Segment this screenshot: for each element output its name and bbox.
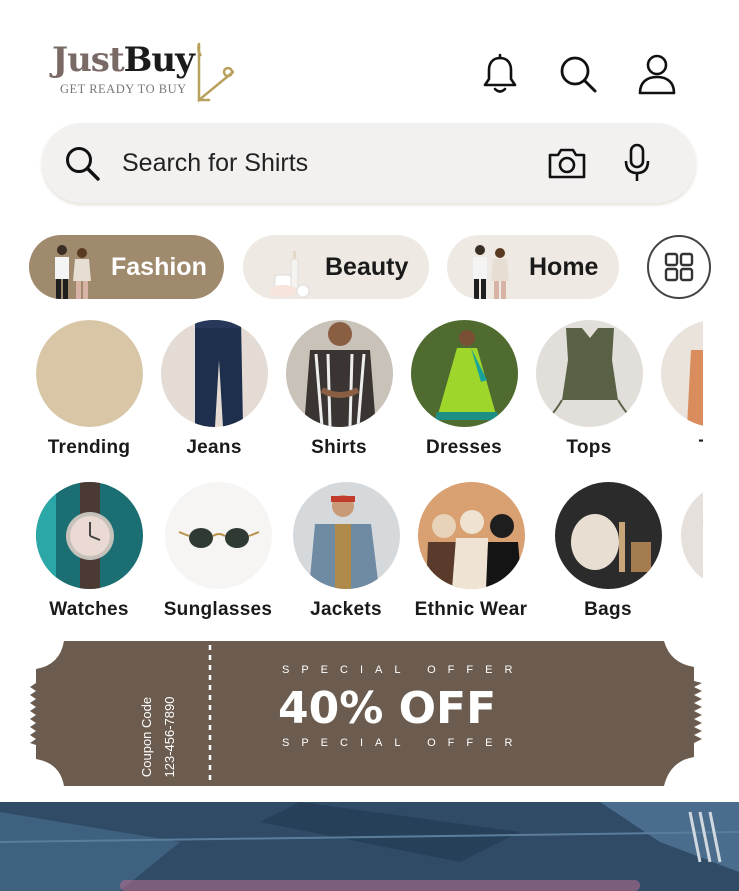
chip-home[interactable]: Home	[447, 235, 619, 299]
hanger-icon	[197, 42, 235, 103]
header-search-button[interactable]	[556, 52, 600, 96]
chip-beauty[interactable]: Beauty	[243, 235, 429, 299]
coupon-code-label: Coupon Code	[139, 696, 154, 778]
category-label: Shirts	[311, 437, 367, 458]
search-icon	[560, 56, 597, 93]
category-label: Jeans	[186, 437, 242, 458]
category-label: Watches	[49, 599, 129, 620]
home-couple-image	[473, 245, 509, 299]
category-label: Je	[669, 599, 703, 621]
search-input[interactable]	[122, 123, 502, 203]
category-sunglasses[interactable]: Sunglasses	[153, 482, 283, 621]
fashion-couple-image	[55, 245, 91, 299]
category-jeans[interactable]: Jeans	[149, 320, 279, 459]
camera-icon[interactable]	[546, 145, 588, 181]
category-shirts[interactable]: Shirts	[274, 320, 404, 459]
user-icon	[638, 54, 676, 95]
special-offer-bottom: SPECIAL OFFER	[282, 737, 525, 749]
category-trending[interactable]: Trending	[24, 320, 154, 459]
category-label: Sunglasses	[163, 599, 273, 620]
mic-icon[interactable]	[622, 143, 652, 183]
chip-label: Fashion	[111, 253, 207, 281]
category-label: Bags	[584, 599, 632, 620]
tshirts-image	[660, 320, 703, 427]
jackets-image	[292, 482, 400, 589]
coupon-code: Coupon Code 123-456-7890	[139, 697, 177, 778]
category-label: Ethnic Wear	[414, 599, 528, 620]
chip-label: Home	[529, 253, 599, 281]
watches-image	[35, 482, 143, 589]
category-tops[interactable]: Tops	[524, 320, 654, 459]
account-button[interactable]	[635, 52, 679, 96]
bags-image	[554, 482, 662, 589]
category-grid: Trending Jeans Shirts Dresses Tops Watch…	[0, 320, 703, 630]
brand-logo[interactable]: JustBuy GET READY TO BUY	[50, 40, 240, 105]
category-ethnic-wear[interactable]: Ethnic Wear	[406, 482, 536, 621]
brand-name-part1: Just	[52, 40, 125, 80]
shirts-image	[285, 320, 393, 427]
dresses-image	[410, 320, 518, 427]
search-bar[interactable]	[42, 123, 696, 203]
coupon-code-value: 123-456-7890	[162, 696, 177, 778]
category-label: T-S	[649, 437, 703, 459]
brand-tagline: GET READY TO BUY	[60, 82, 187, 96]
chip-fashion[interactable]: Fashion	[29, 235, 224, 299]
notifications-button[interactable]	[478, 52, 522, 96]
discount-text: 40% OFF	[278, 683, 497, 734]
trending-image	[35, 320, 143, 427]
brand-name-part2: Buy	[123, 40, 195, 80]
category-label: Jackets	[310, 599, 382, 620]
category-label: Tops	[566, 437, 612, 458]
category-jewellery[interactable]: Je	[669, 482, 703, 621]
category-jackets[interactable]: Jackets	[281, 482, 411, 621]
tops-image	[535, 320, 643, 427]
category-watches[interactable]: Watches	[24, 482, 154, 621]
jewellery-image	[680, 482, 703, 589]
category-dresses[interactable]: Dresses	[399, 320, 529, 459]
special-offer-top: SPECIAL OFFER	[282, 664, 525, 676]
ethnic-wear-image	[417, 482, 525, 589]
beauty-products-image	[269, 251, 310, 298]
jeans-image	[160, 320, 268, 427]
grid-icon	[664, 252, 694, 282]
category-tshirts[interactable]: T-S	[649, 320, 703, 459]
chip-label: Beauty	[325, 253, 409, 281]
promo-banner-image[interactable]	[0, 802, 739, 891]
category-label: Dresses	[425, 437, 503, 458]
category-label: Trending	[47, 437, 131, 458]
search-icon	[66, 147, 100, 181]
all-categories-button[interactable]	[647, 235, 711, 299]
brand-name: JustBuy	[52, 40, 195, 80]
bell-icon	[483, 53, 517, 93]
category-bags[interactable]: Bags	[543, 482, 673, 621]
sunglasses-image	[164, 482, 272, 589]
